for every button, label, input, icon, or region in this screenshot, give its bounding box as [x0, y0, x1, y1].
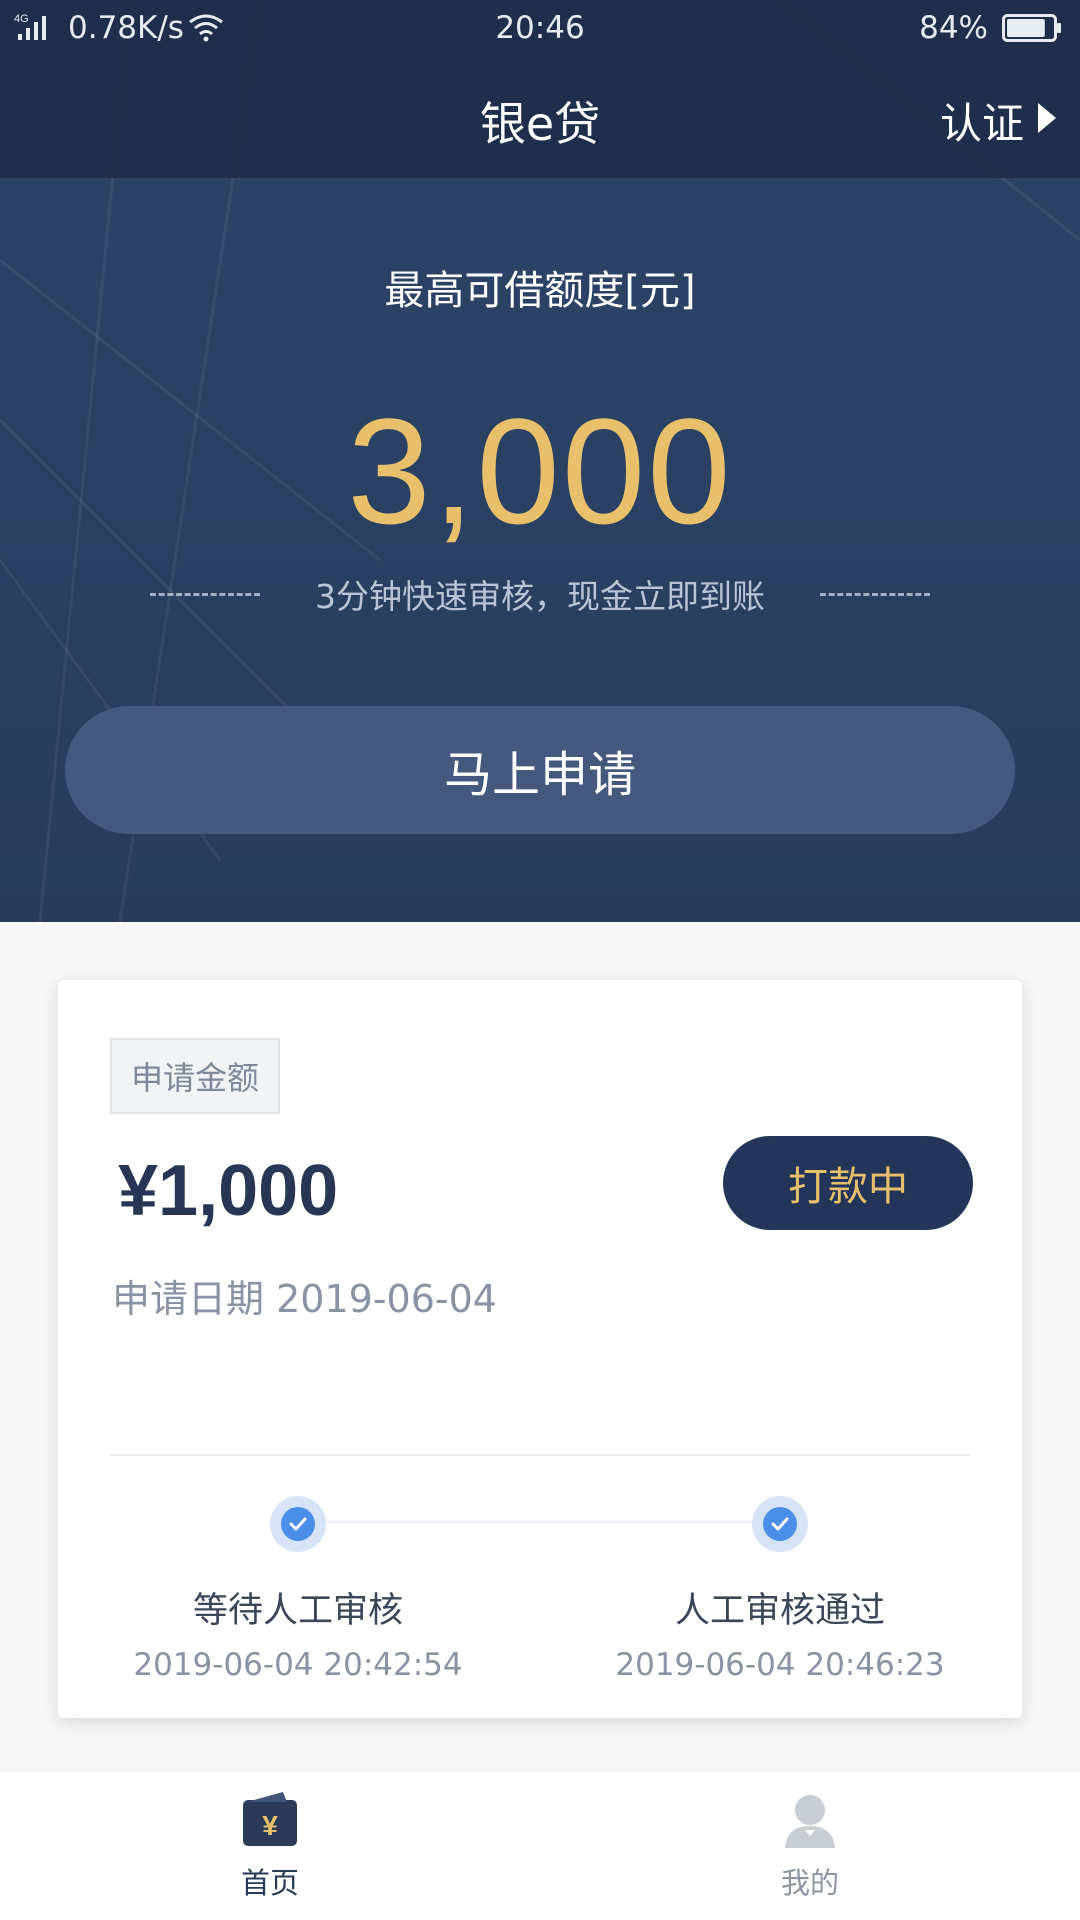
amount-tag: 申请金额 — [110, 1038, 280, 1114]
screen: 4G 0.78K/s 20:46 84% 银e贷 认证 最高可借额度[元] 3,… — [0, 0, 1080, 1920]
step-time: 2019-06-04 20:42:54 — [133, 1647, 463, 1683]
credit-limit-value: 3,000 — [347, 387, 733, 555]
tab-home-label: 首页 — [240, 1866, 299, 1900]
tagline-text: 3分钟快速审核，现金立即到账 — [315, 577, 765, 616]
dashed-divider-right — [820, 592, 930, 596]
tab-home[interactable]: ¥ 首页 — [170, 1790, 370, 1902]
progress-step: 等待人工审核 2019-06-04 20:42:54 — [108, 1496, 488, 1683]
step-time: 2019-06-04 20:46:23 — [615, 1647, 945, 1683]
step-check-icon — [270, 1496, 326, 1552]
user-icon — [785, 1795, 835, 1848]
svg-text:¥: ¥ — [262, 1810, 278, 1841]
tab-mine[interactable]: 我的 — [710, 1790, 910, 1902]
verify-link[interactable]: 认证 — [940, 90, 1058, 151]
clock: 20:46 — [495, 10, 585, 46]
step-label: 等待人工审核 — [192, 1591, 403, 1631]
verify-label: 认证 — [939, 99, 1024, 148]
caret-right-icon — [1036, 96, 1058, 145]
tagline-row: 3分钟快速审核，现金立即到账 — [0, 570, 1080, 618]
apply-date-label: 申请日期 — [112, 1277, 265, 1321]
credit-limit-label: 最高可借额度[元] — [384, 268, 696, 314]
hero-section: 4G 0.78K/s 20:46 84% 银e贷 认证 最高可借额度[元] 3,… — [0, 0, 1080, 922]
apply-now-button[interactable]: 马上申请 — [65, 706, 1015, 834]
apply-date-row: 申请日期 2019-06-04 — [112, 1268, 497, 1323]
payout-status-badge[interactable]: 打款中 — [723, 1136, 973, 1230]
status-bar: 4G 0.78K/s 20:46 84% — [0, 0, 1080, 58]
dashed-divider-left — [150, 592, 260, 596]
wallet-yen-icon: ¥ — [243, 1792, 297, 1846]
page-title: 银e贷 — [479, 97, 601, 151]
step-label: 人工审核通过 — [674, 1591, 885, 1631]
step-check-icon — [752, 1496, 808, 1552]
battery-percent: 84% — [919, 10, 988, 46]
applied-amount: ¥1,000 — [118, 1151, 339, 1231]
progress-step: 人工审核通过 2019-06-04 20:46:23 — [590, 1496, 970, 1683]
battery-icon — [1002, 14, 1062, 50]
tab-mine-label: 我的 — [780, 1866, 839, 1900]
application-card: 申请金额 ¥1,000 打款中 申请日期 2019-06-04 等待人工审核 2… — [58, 980, 1022, 1718]
apply-date-value: 2019-06-04 — [276, 1277, 497, 1321]
card-divider — [110, 1454, 970, 1456]
bottom-tab-bar: ¥ 首页 我的 — [0, 1772, 1080, 1920]
